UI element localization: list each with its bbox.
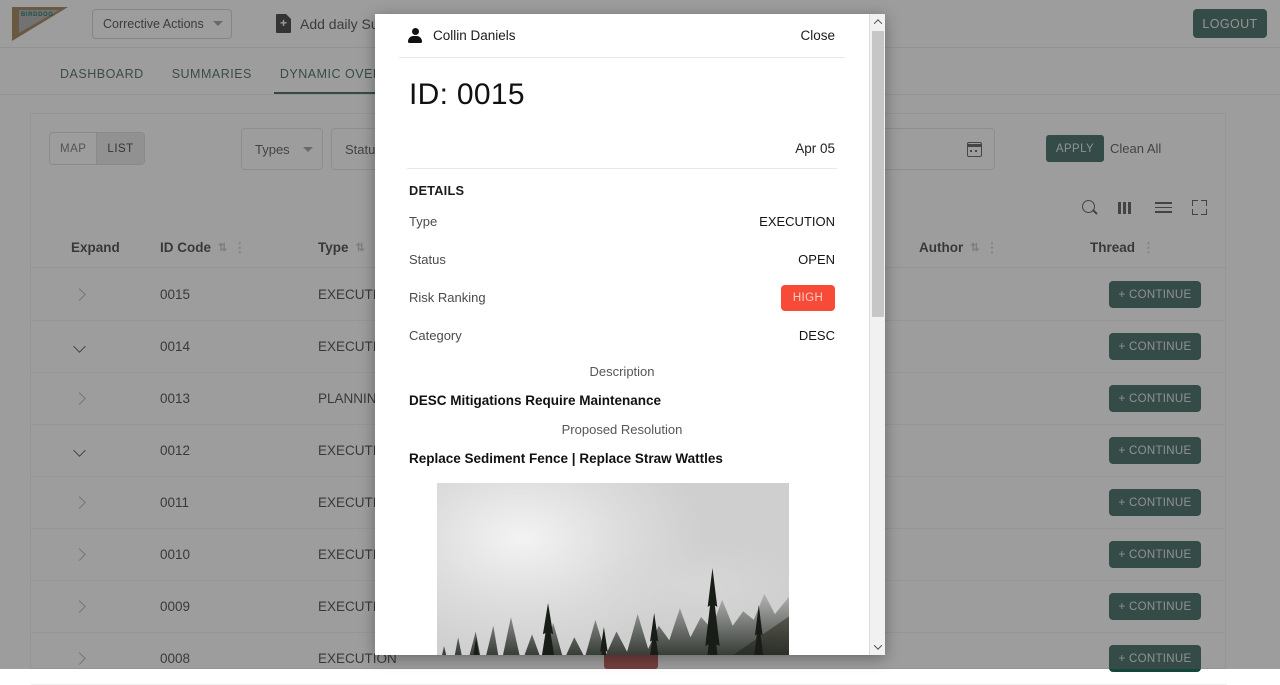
detail-key: Status: [409, 252, 446, 267]
logo-label: BIRDDOG: [21, 12, 54, 18]
resolution-text: Replace Sediment Fence | Replace Straw W…: [399, 437, 845, 466]
modal-content: Collin Daniels Close ID: 0015 Apr 05 DET…: [375, 14, 869, 655]
scroll-down-icon[interactable]: [870, 639, 885, 655]
modal-date: Apr 05: [399, 112, 845, 156]
scrollbar-thumb[interactable]: [872, 31, 884, 317]
detail-value: DESC: [799, 328, 835, 343]
detail-key: Type: [409, 214, 437, 229]
modal-scrollbar[interactable]: [869, 14, 885, 655]
description-text: DESC Mitigations Require Maintenance: [399, 379, 845, 408]
resolution-label: Proposed Resolution: [399, 422, 845, 437]
detail-row-type: Type EXECUTION: [399, 207, 845, 236]
modal-close-button[interactable]: Close: [800, 28, 835, 43]
record-detail-modal: Collin Daniels Close ID: 0015 Apr 05 DET…: [375, 14, 885, 655]
modal-author: Collin Daniels: [407, 28, 516, 44]
scroll-up-icon[interactable]: [870, 14, 885, 30]
modal-title: ID: 0015: [399, 58, 845, 112]
modal-author-name: Collin Daniels: [433, 28, 516, 43]
modal-header: Collin Daniels Close: [399, 14, 845, 58]
details-heading: DETAILS: [399, 169, 845, 198]
detail-row-status: Status OPEN: [399, 245, 845, 274]
person-icon: [407, 28, 423, 44]
detail-value: OPEN: [798, 252, 835, 267]
status-badge: HIGH: [781, 285, 835, 311]
detail-value: EXECUTION: [759, 214, 835, 229]
detail-key: Risk Ranking: [409, 290, 486, 305]
description-label: Description: [399, 364, 845, 379]
attachment-photo[interactable]: 1 of 1: [437, 483, 789, 655]
detail-row-category: Category DESC: [399, 321, 845, 350]
detail-key: Category: [409, 328, 462, 343]
detail-row-risk-ranking: Risk Ranking HIGH: [399, 283, 845, 312]
